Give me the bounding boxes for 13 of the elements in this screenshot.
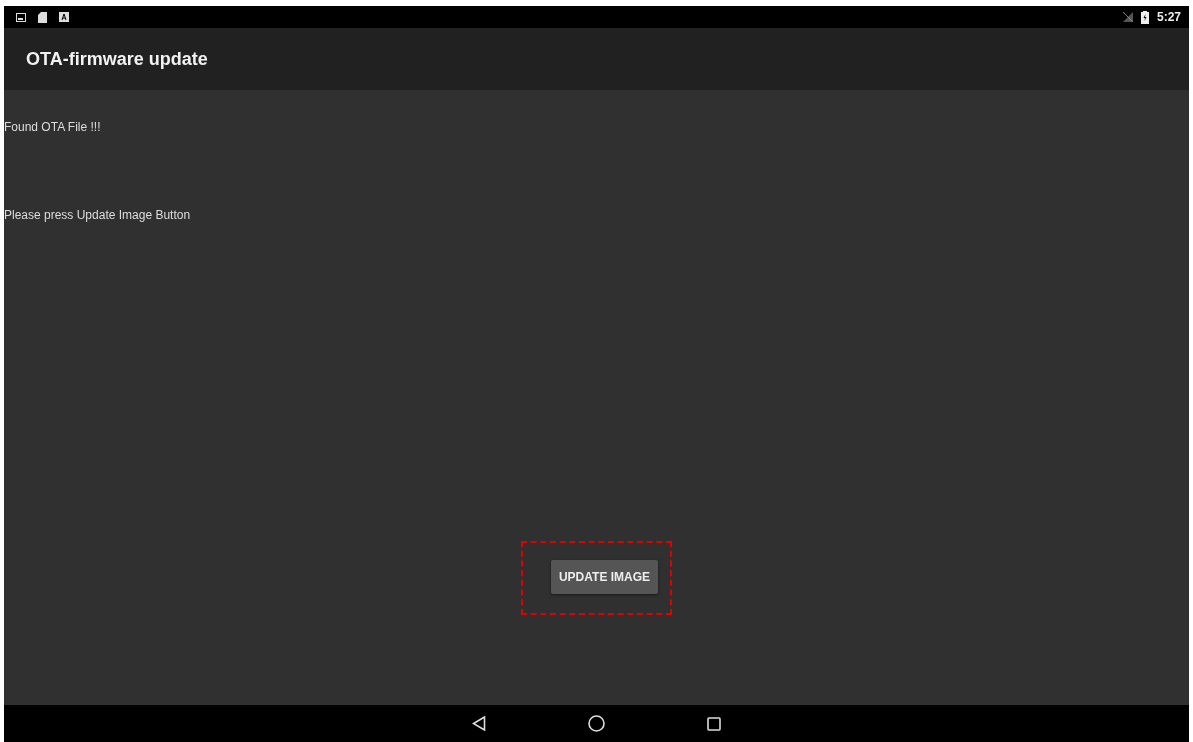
status-message: Found OTA File !!!	[4, 120, 101, 134]
image-icon	[16, 12, 26, 22]
update-image-button[interactable]: UPDATE IMAGE	[550, 560, 659, 594]
no-signal-icon	[1122, 12, 1133, 22]
status-message: Please press Update Image Button	[4, 208, 191, 222]
home-icon[interactable]	[588, 715, 605, 732]
clock-time: 5:27	[1156, 10, 1181, 24]
back-icon[interactable]	[472, 716, 486, 731]
app-title: OTA-firmware update	[26, 48, 208, 70]
text-icon	[59, 12, 69, 22]
recents-icon[interactable]	[707, 716, 721, 731]
sd-card-icon	[38, 11, 47, 23]
battery-icon	[1140, 10, 1149, 24]
